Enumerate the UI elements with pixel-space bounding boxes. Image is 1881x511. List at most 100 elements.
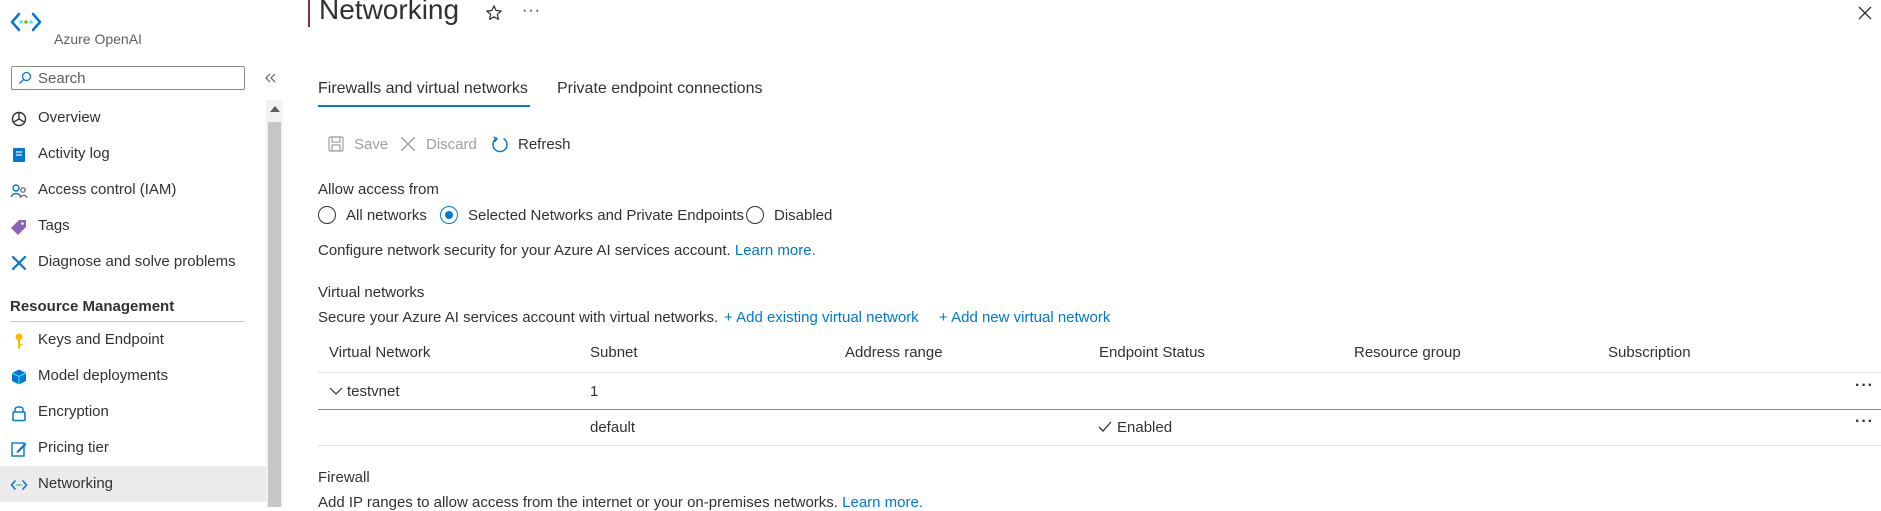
virtual-networks-description: Secure your Azure AI services account wi… xyxy=(318,309,719,326)
sidebar-nav: Overview Activity log Access control (IA… xyxy=(0,100,266,502)
search-input[interactable] xyxy=(38,69,238,87)
sidebar-item-label: Tags xyxy=(38,217,70,234)
title-accent-bar xyxy=(308,0,310,27)
save-label: Save xyxy=(354,135,389,153)
firewall-learn-more-link[interactable]: Learn more. xyxy=(842,494,923,511)
radio-circle[interactable] xyxy=(746,206,764,224)
radio-all-networks[interactable]: All networks xyxy=(318,205,427,225)
sidebar-item-label: Encryption xyxy=(38,403,109,420)
radio-disabled[interactable]: Disabled xyxy=(746,205,832,225)
column-header-subnet: Subnet xyxy=(590,344,638,361)
description-text: Configure network security for your Azur… xyxy=(318,242,731,259)
sidebar-item-model-deployments[interactable]: Model deployments xyxy=(0,358,266,394)
column-header-endpoint-status: Endpoint Status xyxy=(1099,344,1205,361)
table-row-divider xyxy=(318,409,1881,410)
row-more-options-icon[interactable]: ··· xyxy=(1855,377,1874,395)
sidebar-section-title: Resource Management xyxy=(10,298,175,315)
sidebar-item-activity-log[interactable]: Activity log xyxy=(0,136,266,172)
cube-icon xyxy=(11,369,27,385)
networking-icon xyxy=(10,480,28,490)
azure-openai-logo-icon xyxy=(10,12,42,32)
sidebar-item-tags[interactable]: Tags xyxy=(0,208,266,244)
refresh-label: Refresh xyxy=(518,135,571,153)
collapse-sidebar-icon[interactable] xyxy=(262,69,278,87)
cell-virtual-network: testvnet xyxy=(347,383,400,400)
lock-icon xyxy=(12,406,26,422)
virtual-networks-heading: Virtual networks xyxy=(318,284,425,301)
cell-subnet: 1 xyxy=(590,383,599,400)
key-icon xyxy=(15,333,23,349)
sidebar-item-diagnose[interactable]: Diagnose and solve problems xyxy=(0,244,266,280)
close-icon[interactable] xyxy=(1857,5,1873,21)
people-icon xyxy=(10,184,28,199)
sidebar-scrollbar[interactable] xyxy=(266,100,283,507)
network-security-description: Configure network security for your Azur… xyxy=(318,242,816,259)
sidebar-item-label: Activity log xyxy=(38,145,110,162)
learn-more-link[interactable]: Learn more. xyxy=(735,242,816,259)
save-button[interactable]: Save xyxy=(327,132,388,156)
sidebar-item-label: Model deployments xyxy=(38,367,169,384)
favorite-star-icon[interactable] xyxy=(485,4,503,22)
sidebar-item-networking[interactable]: Networking xyxy=(0,466,266,502)
openai-icon xyxy=(11,111,27,127)
cell-subnet: default xyxy=(590,419,636,436)
scroll-thumb[interactable] xyxy=(268,122,281,507)
sidebar: Azure OpenAI Overview Activity log xyxy=(0,0,283,507)
sidebar-item-pricing-tier[interactable]: Pricing tier xyxy=(0,430,266,466)
radio-label: Disabled xyxy=(774,206,833,224)
refresh-icon xyxy=(492,136,508,153)
column-header-resource-group: Resource group xyxy=(1354,344,1461,361)
add-new-vnet-link[interactable]: + Add new virtual network xyxy=(939,309,1110,326)
radio-circle[interactable] xyxy=(318,206,336,224)
save-icon xyxy=(328,136,344,152)
cell-endpoint-status: Enabled xyxy=(1098,419,1172,436)
sidebar-item-label: Overview xyxy=(38,109,101,126)
sidebar-search[interactable] xyxy=(11,66,245,90)
column-header-subscription: Subscription xyxy=(1608,344,1691,361)
firewall-heading: Firewall xyxy=(318,469,370,486)
sidebar-item-label: Keys and Endpoint xyxy=(38,331,164,348)
page-title: Networking xyxy=(319,0,460,25)
selected-tab-indicator xyxy=(318,105,530,107)
radio-label: Selected Networks and Private Endpoints xyxy=(468,206,744,224)
discard-label: Discard xyxy=(426,135,477,153)
sidebar-item-label: Pricing tier xyxy=(38,439,109,456)
tab-private-endpoint-connections[interactable]: Private endpoint connections xyxy=(557,80,762,98)
endpoint-status-text: Enabled xyxy=(1117,419,1173,436)
sidebar-item-encryption[interactable]: Encryption xyxy=(0,394,266,430)
refresh-button[interactable]: Refresh xyxy=(491,132,571,156)
radio-label: All networks xyxy=(346,206,427,224)
tab-firewalls-virtual-networks[interactable]: Firewalls and virtual networks xyxy=(318,80,528,98)
row-more-options-icon[interactable]: ··· xyxy=(1855,413,1874,431)
brand-name: Azure OpenAI xyxy=(54,31,142,47)
allow-access-heading: Allow access from xyxy=(318,181,439,198)
scroll-up-arrow-icon[interactable] xyxy=(270,106,280,112)
table-row-divider xyxy=(318,445,1881,446)
radio-circle-checked[interactable] xyxy=(440,206,458,224)
sidebar-item-label: Networking xyxy=(38,475,114,492)
firewall-description-text: Add IP ranges to allow access from the i… xyxy=(318,494,838,511)
radio-selected-networks[interactable]: Selected Networks and Private Endpoints xyxy=(440,205,744,225)
discard-icon xyxy=(400,136,416,152)
discard-button[interactable]: Discard xyxy=(399,132,477,156)
sidebar-item-access-control[interactable]: Access control (IAM) xyxy=(0,172,266,208)
search-icon xyxy=(19,71,32,84)
activity-log-icon xyxy=(13,148,25,162)
checkmark-icon xyxy=(1098,421,1112,432)
firewall-description: Add IP ranges to allow access from the i… xyxy=(318,494,923,511)
chevron-down-icon[interactable] xyxy=(329,386,343,396)
column-header-address-range: Address range xyxy=(845,344,943,361)
sidebar-section-resource-management: Resource Management xyxy=(0,280,266,322)
sidebar-item-keys-endpoint[interactable]: Keys and Endpoint xyxy=(0,322,266,358)
sidebar-item-overview[interactable]: Overview xyxy=(0,100,266,136)
wrench-icon xyxy=(11,255,27,271)
table-row[interactable]: testvnet xyxy=(329,383,400,400)
tag-icon xyxy=(11,220,26,235)
sidebar-item-label: Access control (IAM) xyxy=(38,181,177,198)
add-existing-vnet-link[interactable]: + Add existing virtual network xyxy=(724,309,919,326)
more-options-icon[interactable]: ··· xyxy=(522,2,541,20)
edit-icon xyxy=(11,442,27,457)
table-header-divider xyxy=(318,372,1881,373)
column-header-virtual-network: Virtual Network xyxy=(329,344,431,361)
sidebar-item-label: Diagnose and solve problems xyxy=(38,253,236,270)
